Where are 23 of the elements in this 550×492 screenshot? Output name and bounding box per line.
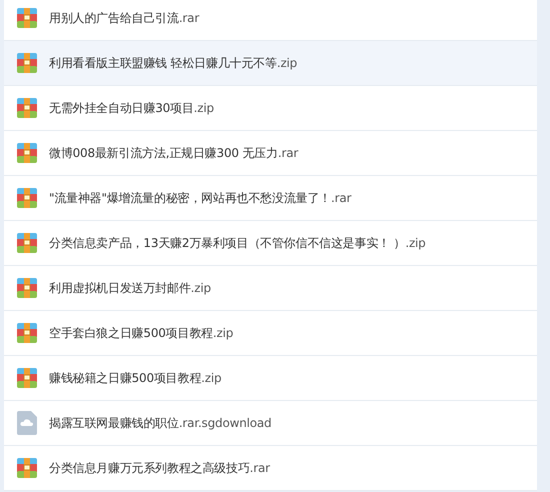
file-name: 赚钱秘籍之日赚500项目教程.zip <box>49 370 222 386</box>
archive-icon <box>16 53 36 73</box>
archive-icon <box>16 458 36 478</box>
file-name: 无需外挂全自动日赚30项目.zip <box>49 100 214 116</box>
file-name: 利用虚拟机日发送万封邮件.zip <box>49 280 211 296</box>
archive-icon <box>16 98 36 118</box>
archive-icon <box>16 188 36 208</box>
file-name: 分类信息月赚万元系列教程之高级技巧.rar <box>49 460 270 476</box>
archive-icon <box>16 323 36 343</box>
file-name: 用别人的广告给自己引流.rar <box>49 10 200 26</box>
archive-icon <box>16 368 36 388</box>
file-name: 微博008最新引流方法,正规日赚300 无压力.rar <box>49 144 298 162</box>
archive-icon <box>16 8 36 28</box>
archive-icon <box>16 233 36 253</box>
archive-icon <box>16 278 36 298</box>
file-name: 揭露互联网最赚钱的职位.rar.sgdownload <box>49 414 272 432</box>
file-row[interactable]: 利用看看版主联盟赚钱 轻松日赚几十元不等.zip <box>4 41 537 86</box>
cloud-file-icon <box>16 411 36 435</box>
file-name: 利用看看版主联盟赚钱 轻松日赚几十元不等.zip <box>49 54 298 72</box>
file-name: "流量神器"爆增流量的秘密，网站再也不愁没流量了！.rar <box>49 190 352 206</box>
archive-icon <box>16 143 36 163</box>
file-name: 空手套白狼之日赚500项目教程.zip <box>49 324 234 342</box>
file-name: 分类信息卖产品，13天赚2万暴利项目（不管你信不信这是事实！ ）.zip <box>49 234 426 252</box>
